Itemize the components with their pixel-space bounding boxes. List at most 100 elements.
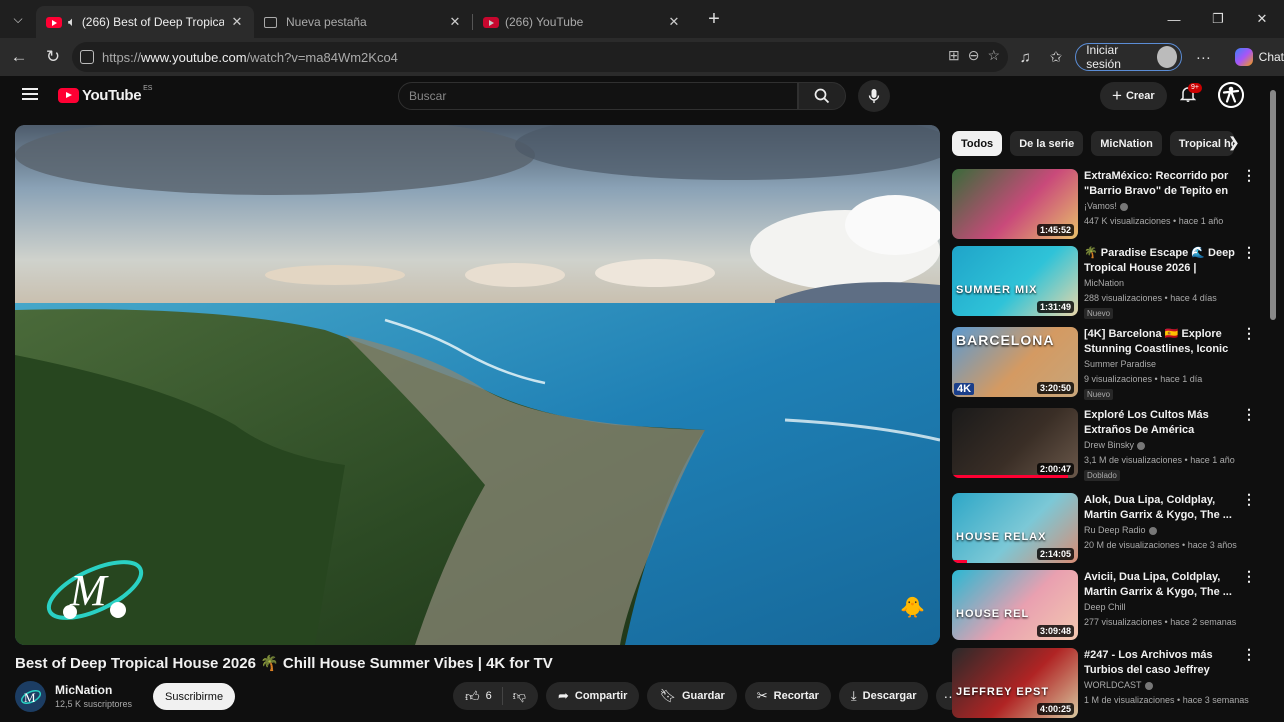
- chip-tropical-house[interactable]: Tropical ho: [1169, 131, 1234, 156]
- recommended-video[interactable]: 2:00:47 Exploré Los Cultos Más Extraños D…: [952, 407, 1256, 482]
- youtube-logo[interactable]: YouTube ES: [58, 85, 152, 104]
- zoom-icon[interactable]: ⊖: [968, 47, 980, 64]
- download-button[interactable]: ⤓ Descargar: [838, 682, 929, 710]
- video-thumbnail[interactable]: HOUSE REL 3:09:48: [952, 570, 1078, 640]
- recommended-channel-name[interactable]: Drew Binsky: [1084, 440, 1146, 450]
- video-badge: Doblado: [1084, 470, 1120, 481]
- channel-name[interactable]: MicNation: [55, 683, 112, 697]
- dislike-button[interactable]: 👎︎: [503, 688, 538, 704]
- more-options-vertical-icon[interactable]: ⋮: [1242, 647, 1256, 661]
- account-avatar-icon[interactable]: [1218, 82, 1244, 108]
- recommended-video[interactable]: HOUSE RELAX 2:14:05 Alok, Dua Lipa, Coldpl…: [952, 492, 1256, 567]
- channel-avatar[interactable]: M: [15, 681, 46, 712]
- share-button[interactable]: ➦ Compartir: [545, 682, 640, 710]
- more-options-icon[interactable]: ···: [1188, 49, 1219, 66]
- recommended-video[interactable]: HOUSE REL 3:09:48 Avicii, Dua Lipa, Coldpl…: [952, 569, 1256, 644]
- tab-new-tab[interactable]: Nueva pestaña ✕: [254, 6, 472, 38]
- tab-actions-menu-icon[interactable]: ⌵: [0, 0, 36, 38]
- recommended-video-title[interactable]: ExtraMéxico: Recorrido por "Barrio Bravo…: [1084, 169, 1236, 199]
- recommended-video[interactable]: JEFFREY EPST 4:00:25 #247 - Los Archivos m…: [952, 647, 1256, 722]
- recommended-video-title[interactable]: #247 - Los Archivos más Turbios del caso…: [1084, 648, 1236, 678]
- recommended-video-title[interactable]: 🌴 Paradise Escape 🌊 Deep Tropical House …: [1084, 246, 1236, 276]
- video-thumbnail[interactable]: 2:00:47: [952, 408, 1078, 478]
- recommended-channel-name[interactable]: Deep Chill: [1084, 602, 1126, 612]
- filter-chips: Todos De la serie MicNation Tropical ho: [952, 131, 1234, 156]
- recommended-video[interactable]: BARCELONA 4K 3:20:50 [4K] Barcelona 🇪🇸 Expl…: [952, 326, 1256, 401]
- recommended-channel-name[interactable]: Ru Deep Radio: [1084, 525, 1157, 535]
- tab-title: Nueva pestaña: [286, 15, 367, 29]
- clip-button[interactable]: ✂ Recortar: [744, 682, 831, 710]
- read-aloud-icon[interactable]: ♫: [1010, 49, 1041, 66]
- more-options-vertical-icon[interactable]: ⋮: [1242, 326, 1256, 340]
- video-thumbnail[interactable]: SUMMER MIX 1:31:49: [952, 246, 1078, 316]
- recommended-channel-name[interactable]: Summer Paradise: [1084, 359, 1156, 369]
- more-options-vertical-icon[interactable]: ⋮: [1242, 569, 1256, 583]
- save-button[interactable]: 🔖︎ Guardar: [647, 682, 737, 710]
- recommended-channel-name[interactable]: MicNation: [1084, 278, 1124, 288]
- more-options-vertical-icon[interactable]: ⋮: [1242, 168, 1256, 182]
- like-count: 6: [485, 690, 492, 702]
- thumbnail-corner-label: 4K: [954, 383, 975, 395]
- more-options-vertical-icon[interactable]: ⋮: [1242, 492, 1256, 506]
- video-thumbnail[interactable]: JEFFREY EPST 4:00:25: [952, 648, 1078, 718]
- favorites-icon[interactable]: ✩: [1041, 48, 1072, 66]
- minimize-icon[interactable]: —: [1152, 0, 1196, 38]
- more-options-vertical-icon[interactable]: ⋮: [1242, 407, 1256, 421]
- reload-icon[interactable]: ↻: [36, 47, 70, 67]
- page-scrollbar[interactable]: [1270, 90, 1276, 320]
- recommended-video-title[interactable]: Alok, Dua Lipa, Coldplay, Martin Garrix …: [1084, 493, 1236, 523]
- profile-avatar-icon: [1156, 46, 1178, 68]
- search-button[interactable]: [798, 82, 846, 110]
- voice-search-button[interactable]: [858, 80, 890, 112]
- address-bar-icons: ⊞ ⊖ ☆: [948, 47, 1000, 64]
- copilot-icon: [1234, 48, 1253, 66]
- tab-youtube-video[interactable]: 🔈︎ (266) Best of Deep Tropical H ✕: [36, 6, 254, 38]
- like-button[interactable]: 👍︎ 6: [453, 687, 503, 705]
- video-thumbnail[interactable]: HOUSE RELAX 2:14:05: [952, 493, 1078, 563]
- close-tab-icon[interactable]: ✕: [667, 14, 681, 30]
- site-info-icon[interactable]: [80, 50, 94, 64]
- copilot-chat-button[interactable]: Chat: [1234, 48, 1284, 66]
- search-input[interactable]: Buscar: [398, 82, 798, 110]
- clip-label: Recortar: [773, 690, 819, 702]
- chip-channel[interactable]: MicNation: [1091, 131, 1162, 156]
- tab-youtube-home[interactable]: (266) YouTube ✕: [473, 6, 691, 38]
- guide-menu-icon[interactable]: [22, 88, 38, 100]
- recommended-video[interactable]: SUMMER MIX 1:31:49 🌴 Paradise Escape 🌊 Dee…: [952, 245, 1256, 320]
- create-button[interactable]: + Crear: [1100, 82, 1167, 110]
- chevron-right-icon[interactable]: ❯: [1228, 134, 1240, 151]
- close-window-icon[interactable]: ✕: [1240, 0, 1284, 38]
- chat-label: Chat: [1258, 50, 1284, 64]
- thumbnail-caption: JEFFREY EPST: [956, 686, 1050, 698]
- video-player[interactable]: M 🐥: [15, 125, 940, 645]
- more-options-vertical-icon[interactable]: ⋮: [1242, 245, 1256, 259]
- recommended-video-title[interactable]: Exploré Los Cultos Más Extraños De Améri…: [1084, 408, 1236, 438]
- svg-text:M: M: [24, 690, 36, 705]
- recommended-video[interactable]: 1:45:52 ExtraMéxico: Recorrido por "Barri…: [952, 168, 1256, 243]
- subscribe-button[interactable]: Suscribirme: [153, 683, 236, 710]
- verified-check-icon: [1119, 202, 1128, 211]
- recommended-channel-name[interactable]: WORLDCAST: [1084, 680, 1153, 690]
- thumbs-up-icon: 👍︎: [465, 687, 480, 704]
- video-thumbnail[interactable]: BARCELONA 4K 3:20:50: [952, 327, 1078, 397]
- back-arrow-icon[interactable]: ←: [2, 47, 36, 67]
- maximize-icon[interactable]: ❐: [1196, 0, 1240, 38]
- recommended-video-title[interactable]: Avicii, Dua Lipa, Coldplay, Martin Garri…: [1084, 570, 1236, 600]
- new-tab-plus-icon[interactable]: +: [697, 8, 731, 31]
- address-bar[interactable]: https://www.youtube.com/watch?v=ma84Wm2K…: [72, 42, 1008, 72]
- recommended-video-title[interactable]: [4K] Barcelona 🇪🇸 Explore Stunning Coast…: [1084, 327, 1236, 357]
- chip-all[interactable]: Todos: [952, 131, 1003, 156]
- thumbnail-caption: SUMMER MIX: [956, 284, 1038, 296]
- sign-in-button[interactable]: Iniciar sesión: [1075, 43, 1183, 71]
- recommended-channel-name[interactable]: ¡Vamos!: [1084, 201, 1128, 211]
- youtube-favicon-icon: [46, 16, 62, 28]
- video-thumbnail[interactable]: 1:45:52: [952, 169, 1078, 239]
- chip-series[interactable]: De la serie: [1010, 131, 1084, 156]
- scissors-icon: ✂: [756, 688, 768, 703]
- app-available-icon[interactable]: ⊞: [948, 47, 960, 64]
- speaker-icon[interactable]: 🔈︎: [68, 14, 76, 30]
- like-dislike-group: 👍︎ 6 👎︎: [453, 682, 538, 710]
- favorite-star-icon[interactable]: ☆: [987, 47, 1000, 64]
- close-tab-icon[interactable]: ✕: [230, 14, 244, 30]
- close-tab-icon[interactable]: ✕: [448, 14, 462, 30]
